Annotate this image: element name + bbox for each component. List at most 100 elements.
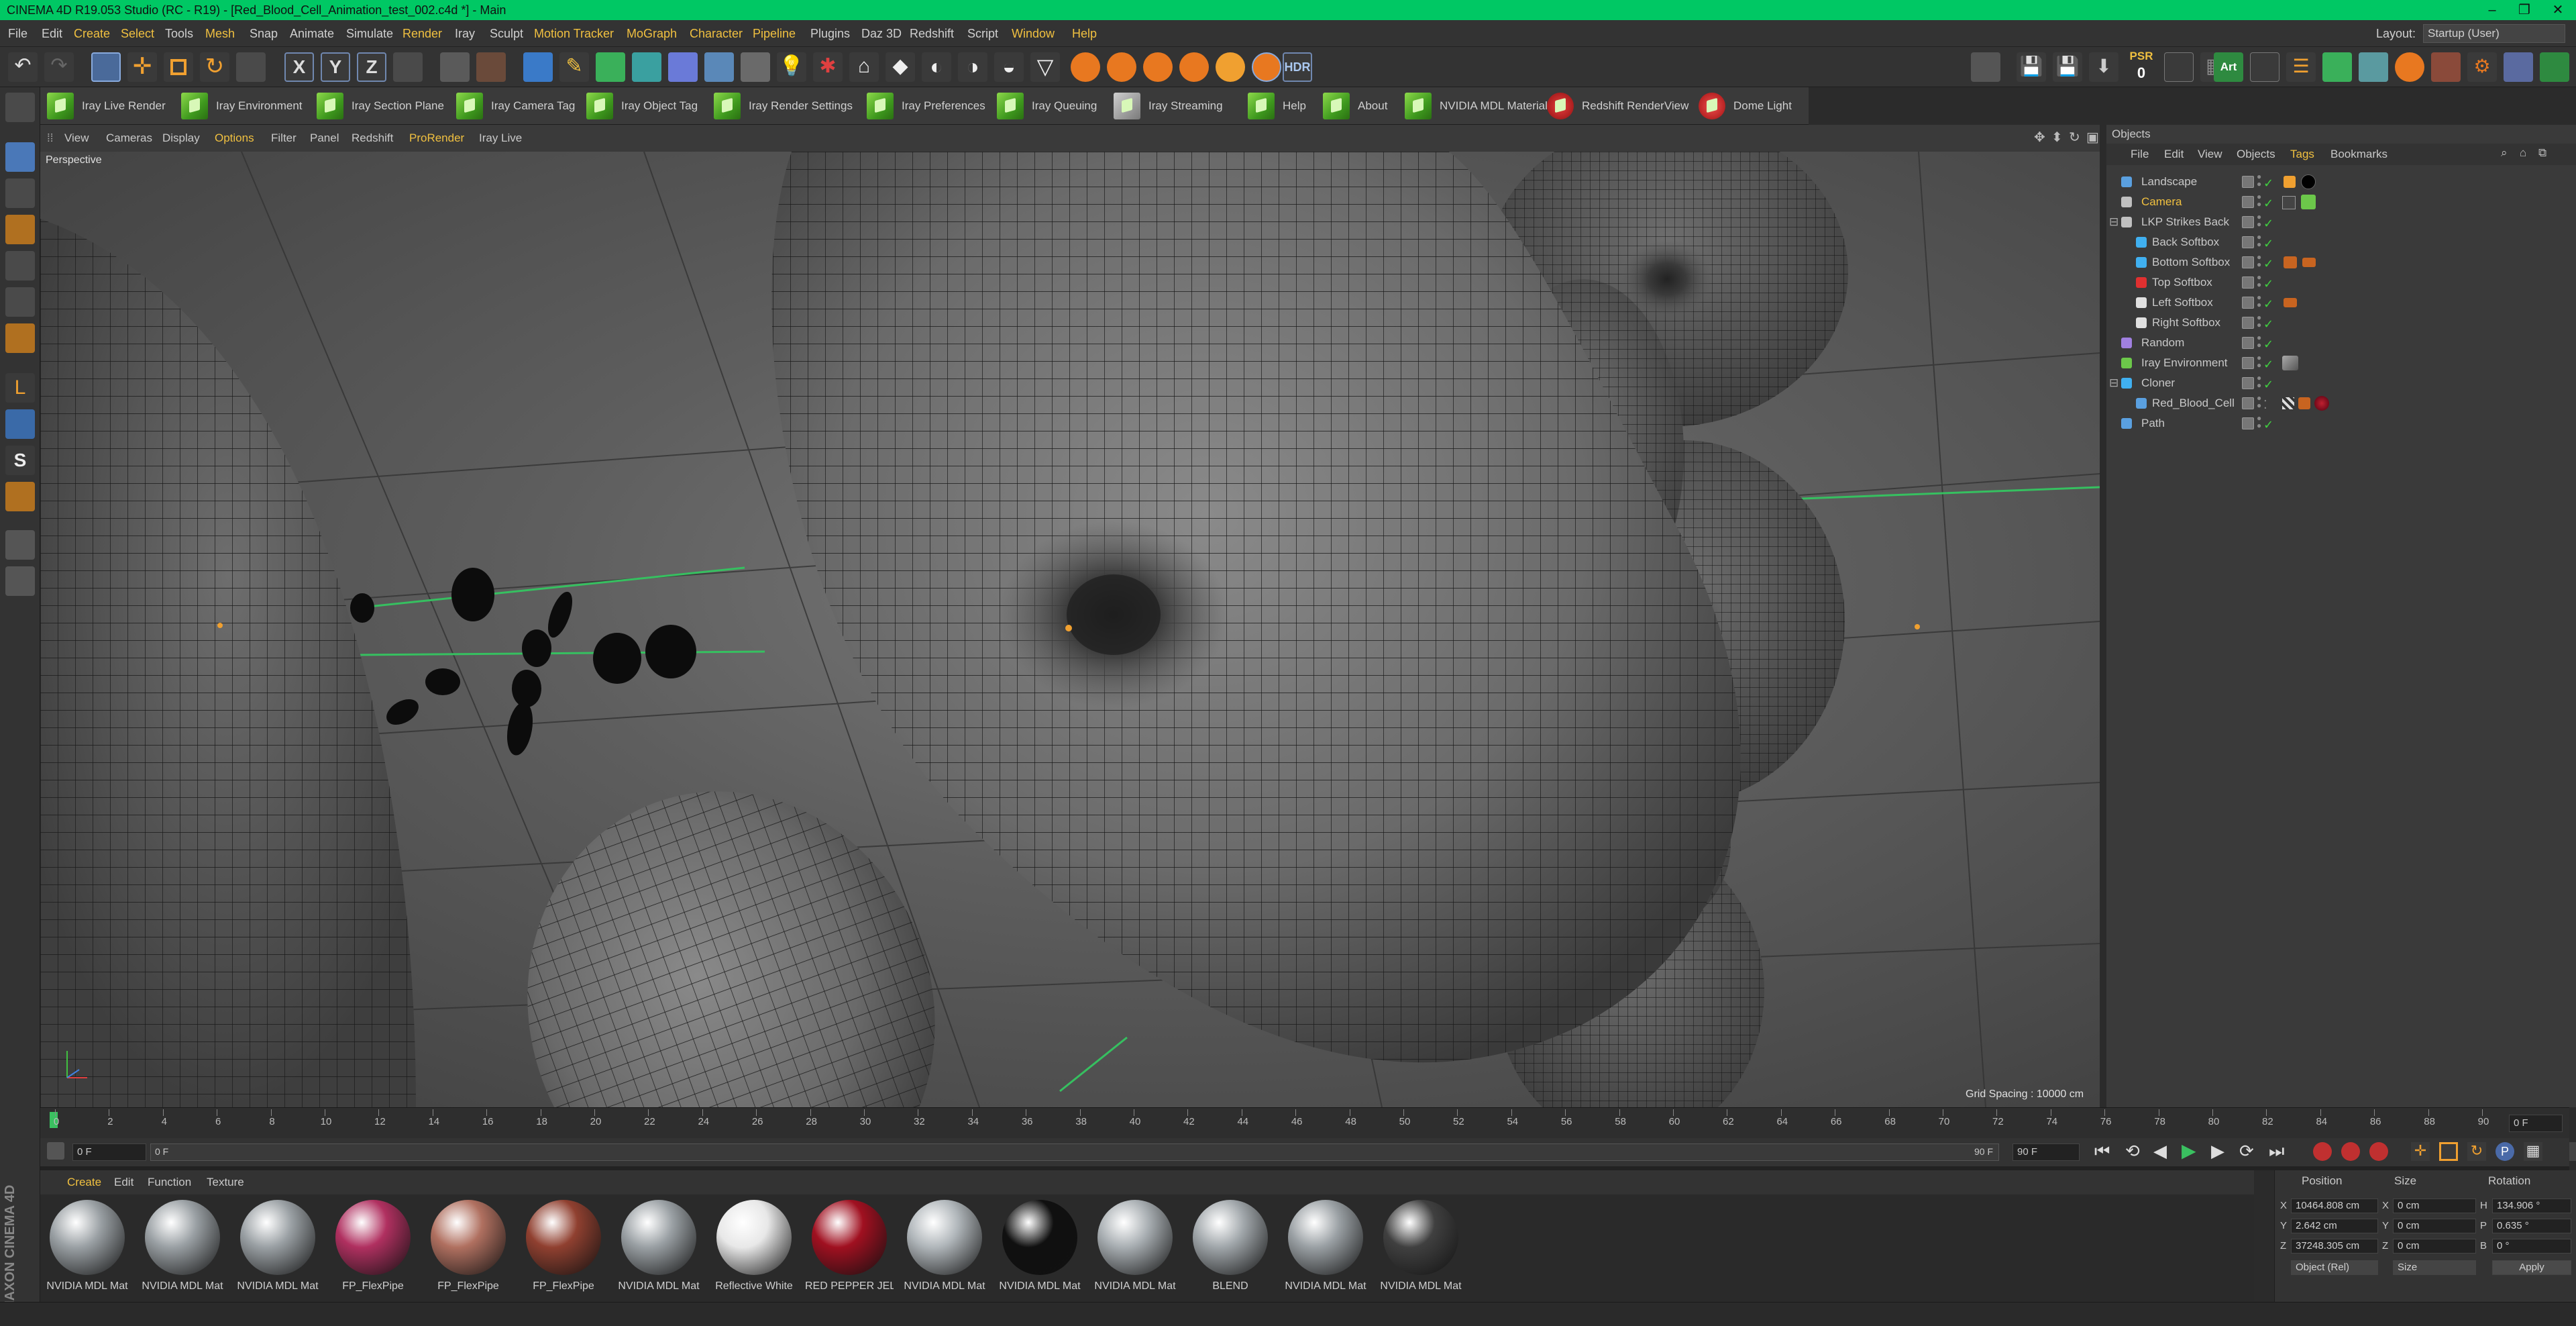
visibility-toggle[interactable] — [2242, 276, 2254, 289]
solo-icon[interactable] — [5, 530, 35, 560]
visibility-toggle[interactable] — [2242, 417, 2254, 429]
material-menu-texture[interactable]: Texture — [207, 1176, 244, 1189]
maximize-icon[interactable]: ❐ — [2509, 0, 2540, 20]
menu-render[interactable]: Render — [402, 27, 442, 41]
timeline-options-icon[interactable] — [47, 1142, 64, 1160]
menu-select[interactable]: Select — [121, 27, 154, 41]
viewport-menu-filter[interactable]: Filter — [271, 132, 297, 145]
objects-menu-objects[interactable]: Objects — [2237, 148, 2275, 161]
menu-redshift[interactable]: Redshift — [910, 27, 954, 41]
sky-icon[interactable]: ◆ — [885, 52, 915, 82]
render-queue-icon[interactable] — [2431, 52, 2461, 82]
material-menu-function[interactable]: Function — [148, 1176, 191, 1189]
layer-dots-icon[interactable]: ● ● — [2257, 313, 2261, 329]
scene-icon[interactable]: ⌂ — [849, 52, 879, 82]
material-swatch[interactable]: NVIDIA MDL Mat — [1281, 1197, 1370, 1298]
camera-icon[interactable] — [741, 52, 770, 82]
next-key-icon[interactable]: ⟳ — [2239, 1141, 2254, 1162]
y-axis-icon[interactable]: Y — [321, 52, 350, 82]
objects-menu-bookmarks[interactable]: Bookmarks — [2330, 148, 2387, 161]
floor-icon[interactable] — [704, 52, 734, 82]
material-swatch[interactable]: NVIDIA MDL Mat — [138, 1197, 227, 1298]
rotation-p-field[interactable]: 0.635 ° — [2492, 1219, 2571, 1233]
viewport-nav-rotate-icon[interactable]: ↻ — [2069, 129, 2080, 146]
menu-create[interactable]: Create — [74, 27, 110, 41]
visibility-toggle[interactable] — [2242, 297, 2254, 309]
points-mode-icon[interactable] — [5, 251, 35, 280]
viewport-menu-options[interactable]: Options — [215, 132, 254, 145]
tree-row-landscape[interactable]: Landscape ● ● ✓ — [2106, 172, 2576, 192]
art-button-icon[interactable]: Art — [2214, 52, 2243, 82]
menu-animate[interactable]: Animate — [290, 27, 334, 41]
layer-dots-icon[interactable]: ● ● — [2257, 193, 2261, 208]
menu-mograph[interactable]: MoGraph — [627, 27, 677, 41]
enabled-check-icon[interactable]: ✓ — [2263, 274, 2273, 294]
menu-window[interactable]: Window — [1012, 27, 1055, 41]
tree-row-back-softbox[interactable]: Back Softbox ● ● ✓ — [2106, 232, 2576, 252]
layer-dots-icon[interactable]: ● ● — [2257, 414, 2261, 429]
material-swatch[interactable]: NVIDIA MDL Mat — [1377, 1197, 1465, 1298]
tag-compositing-icon[interactable] — [2284, 298, 2297, 307]
dome-light-button[interactable]: Dome Light — [1699, 93, 1792, 119]
apply-button[interactable]: Apply — [2492, 1260, 2571, 1275]
iray-live-render-button[interactable]: Iray Live Render — [47, 93, 166, 119]
menu-edit[interactable]: Edit — [42, 27, 62, 41]
save-incremental-icon[interactable]: 💾 — [2053, 52, 2082, 82]
tag-environment-material-icon[interactable] — [2282, 356, 2298, 370]
layout-select[interactable]: Startup (User) — [2423, 24, 2565, 43]
render-view-icon[interactable] — [440, 52, 470, 82]
triangle-icon[interactable]: ▽ — [1030, 52, 1060, 82]
light-icon[interactable]: 💡 — [777, 52, 806, 82]
menu-motion-tracker[interactable]: Motion Tracker — [534, 27, 614, 41]
visibility-toggle[interactable] — [2242, 196, 2254, 208]
redshift-renderview-button[interactable]: Redshift RenderView — [1547, 93, 1688, 119]
grid-icon[interactable] — [2164, 52, 2194, 82]
download-icon[interactable]: ⬇ — [2089, 52, 2118, 82]
end-frame-field[interactable]: 90 F — [2012, 1143, 2080, 1161]
layer-dots-icon[interactable]: ● ● — [2257, 334, 2261, 349]
tag-texture-icon[interactable] — [2284, 176, 2296, 188]
visibility-toggle[interactable] — [2242, 216, 2254, 228]
size-y-field[interactable]: 0 cm — [2393, 1219, 2476, 1233]
collapse-icon[interactable]: ⊟ — [2109, 212, 2118, 232]
material-swatch[interactable]: NVIDIA MDL Mat — [614, 1197, 703, 1298]
iray-render-settings-button[interactable]: Iray Render Settings — [714, 93, 853, 119]
keyframe-selection-icon[interactable] — [2369, 1142, 2388, 1161]
character-icon[interactable]: ✱ — [813, 52, 843, 82]
material-swatch[interactable]: Reflective White — [710, 1197, 798, 1298]
redshift-logo-icon[interactable] — [2395, 52, 2424, 82]
menu-simulate[interactable]: Simulate — [346, 27, 393, 41]
rotate-icon[interactable]: ↻ — [200, 52, 229, 82]
sphere-tag-icon-3[interactable]: ◒ — [994, 52, 1024, 82]
material-swatch[interactable]: NVIDIA MDL Mat — [900, 1197, 989, 1298]
material-swatch[interactable]: NVIDIA MDL Mat — [233, 1197, 322, 1298]
tag-phong-icon[interactable] — [2298, 397, 2310, 409]
visibility-toggle[interactable] — [2242, 377, 2254, 389]
tree-row-right-softbox[interactable]: Right Softbox ● ● ✓ — [2106, 313, 2576, 333]
viewport-menu-display[interactable]: Display — [162, 132, 200, 145]
record-active-icon[interactable] — [2313, 1142, 2332, 1161]
material-swatch[interactable]: FP_FlexPipe — [519, 1197, 608, 1298]
menu-script[interactable]: Script — [967, 27, 998, 41]
layer-dots-icon[interactable]: ● ● — [2257, 354, 2261, 369]
objects-new-window-icon[interactable]: ⧉ — [2538, 146, 2546, 160]
viewport-nav-zoom-icon[interactable]: ⬍ — [2051, 129, 2063, 146]
layer-dots-icon[interactable]: ● ● — [2257, 394, 2261, 409]
snap-icon[interactable] — [1971, 52, 2000, 82]
enabled-check-icon[interactable]: ✓ — [2263, 374, 2273, 395]
material-menu-edit[interactable]: Edit — [114, 1176, 133, 1189]
enabled-check-icon[interactable]: ✓ — [2263, 254, 2273, 274]
tag-uvw-icon[interactable] — [2282, 397, 2294, 409]
rotation-b-field[interactable]: 0 ° — [2492, 1239, 2571, 1254]
iray-streaming-button[interactable]: Iray Streaming — [1114, 93, 1223, 119]
material-swatch[interactable]: NVIDIA MDL Mat — [43, 1197, 131, 1298]
enabled-check-icon[interactable]: ✓ — [2263, 193, 2273, 213]
tree-row-iray-environment[interactable]: Iray Environment ● ● ✓ — [2106, 353, 2576, 373]
redshift-light-icon[interactable] — [1216, 52, 1245, 82]
recent-tool-icon[interactable] — [236, 52, 266, 82]
x-axis-icon[interactable]: X — [284, 52, 314, 82]
enabled-check-icon[interactable]: ✓ — [2263, 354, 2273, 374]
tree-row-cloner[interactable]: ⊟ Cloner ● ● ✓ — [2106, 373, 2576, 393]
tree-row-lkp-strikes-back[interactable]: ⊟ LKP Strikes Back ● ● ✓ — [2106, 212, 2576, 232]
tag-protection-icon[interactable] — [2282, 196, 2296, 209]
